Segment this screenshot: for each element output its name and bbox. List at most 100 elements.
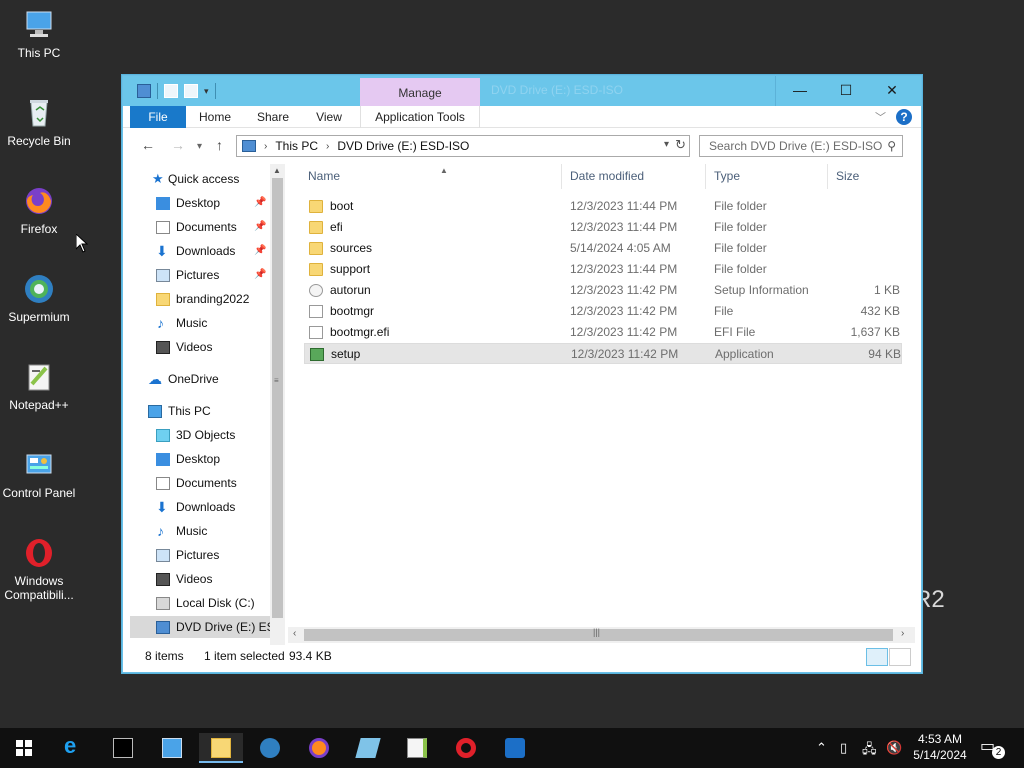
nav-item-downloads[interactable]: ⬇ Downloads 📌 [130,240,270,262]
taskbar-app-2[interactable] [493,733,537,763]
up-arrow-icon[interactable]: ↑ [216,137,223,153]
chevron-down-icon[interactable]: ▾ [204,86,209,97]
breadcrumb-separator-icon[interactable]: › [326,141,329,152]
nav-item-videos[interactable]: Videos [130,336,270,358]
column-header-date-modified[interactable]: Date modified [562,164,706,189]
nav-item-pictures[interactable]: Pictures 📌 [130,264,270,286]
file-row[interactable]: efi 12/3/2023 11:44 PM File folder [304,217,902,238]
help-icon[interactable]: ? [896,109,912,125]
column-header-type[interactable]: Type [706,164,828,189]
breadcrumb-separator-icon[interactable]: › [264,141,267,152]
new-folder-icon[interactable] [184,84,198,98]
file-list[interactable]: ▲ Name Date modified Type Size boot 12/3… [288,164,906,627]
tab-file[interactable]: File [130,106,186,128]
taskbar-notepadpp[interactable] [395,733,439,763]
nav-item-onedrive[interactable]: ☁ OneDrive [130,368,270,390]
details-view-button[interactable] [866,648,888,666]
nav-item-documents[interactable]: Documents 📌 [130,216,270,238]
file-list-horizontal-scrollbar[interactable]: ‹ ||| › [288,627,915,643]
pin-icon[interactable]: 📌 [254,264,266,286]
tab-view[interactable]: View [309,106,349,128]
column-header-size[interactable]: Size [828,164,906,189]
properties-icon[interactable] [164,84,178,98]
system-clock[interactable]: 4:53 AM 5/14/2024 [906,731,974,763]
nav-item-pc-pictures[interactable]: Pictures [130,544,270,566]
recent-locations-chevron-icon[interactable]: ▾ [197,141,202,152]
taskbar-app[interactable] [346,733,390,763]
nav-item-pc-documents[interactable]: Documents [130,472,270,494]
nav-item-local-disk[interactable]: Local Disk (C:) [130,592,270,614]
nav-item-dvd-drive[interactable]: DVD Drive (E:) ESD-ISO [130,616,285,638]
scrollbar-thumb[interactable] [272,178,283,618]
scroll-right-icon[interactable]: › [901,628,904,639]
nav-item-quick-access[interactable]: ★ Quick access [130,168,270,190]
file-row[interactable]: autorun 12/3/2023 11:42 PM Setup Informa… [304,280,902,301]
notepad-plus-plus-icon [22,360,56,394]
tab-application-tools[interactable]: Application Tools [360,106,480,128]
file-row[interactable]: boot 12/3/2023 11:44 PM File folder [304,196,902,217]
desktop-icon-recycle-bin[interactable]: Recycle Bin [0,96,78,148]
back-arrow-icon[interactable]: ← [141,137,155,153]
forward-arrow-icon[interactable]: → [171,137,185,153]
expand-ribbon-chevron-icon[interactable]: ﹀ [875,109,886,125]
search-icon[interactable]: ⚲ [887,136,896,156]
taskbar-server-manager[interactable] [150,733,194,763]
taskbar-firefox[interactable] [297,733,341,763]
manage-contextual-tab[interactable]: Manage [360,78,480,106]
breadcrumb-dvd-drive[interactable]: DVD Drive (E:) ESD-ISO [337,139,469,153]
minimize-button[interactable]: — [777,76,823,106]
title-bar[interactable]: ▾ Manage DVD Drive (E:) ESD-ISO — ☐ ✕ [123,76,921,106]
close-button[interactable]: ✕ [869,76,915,106]
nav-item-branding2022[interactable]: branding2022 [130,288,270,310]
pin-icon[interactable]: 📌 [254,216,266,238]
nav-pane-scrollbar[interactable]: ▲ ≡ [270,164,285,645]
tab-home[interactable]: Home [193,106,237,128]
nav-item-pc-music[interactable]: ♪ Music [130,520,270,542]
network-icon[interactable]: 🖧 [862,740,877,762]
pin-icon[interactable]: 📌 [254,240,266,262]
address-dropdown-icon[interactable]: ▾ [664,139,669,150]
file-size: 1 KB [873,283,900,297]
maximize-button[interactable]: ☐ [823,76,869,106]
taskbar-supermium[interactable] [248,733,292,763]
nav-item-pc-desktop[interactable]: Desktop [130,448,270,470]
nav-item-music[interactable]: ♪ Music [130,312,270,334]
scroll-up-icon[interactable]: ▲ [273,166,281,175]
file-row[interactable]: sources 5/14/2024 4:05 AM File folder [304,238,902,259]
taskbar-internet-explorer[interactable]: e [52,733,96,763]
show-hidden-icons-chevron-icon[interactable]: ⌃ [816,740,827,756]
navigation-pane[interactable]: ★ Quick access Desktop 📌 Documents 📌 ⬇ D… [130,164,285,645]
file-row[interactable]: support 12/3/2023 11:44 PM File folder [304,259,902,280]
nav-item-pc-downloads[interactable]: ⬇ Downloads [130,496,270,518]
file-row-selected[interactable]: setup 12/3/2023 11:42 PM Application 94 … [304,343,902,364]
file-row[interactable]: bootmgr.efi 12/3/2023 11:42 PM EFI File … [304,322,902,343]
nav-item-desktop[interactable]: Desktop 📌 [130,192,270,214]
action-center-button[interactable]: ▭ 2 [980,736,1006,760]
scroll-left-icon[interactable]: ‹ [293,628,296,639]
search-input[interactable]: Search DVD Drive (E:) ESD-ISO ⚲ [699,135,903,157]
nav-item-3d-objects[interactable]: 3D Objects [130,424,270,446]
taskbar-command-prompt[interactable] [101,733,145,763]
start-button[interactable] [2,733,46,763]
tab-share[interactable]: Share [251,106,295,128]
file-row[interactable]: bootmgr 12/3/2023 11:42 PM File 432 KB [304,301,902,322]
desktop-icon-firefox[interactable]: Firefox [0,184,78,236]
breadcrumb-this-pc[interactable]: This PC [275,139,318,153]
address-bar[interactable]: › This PC › DVD Drive (E:) ESD-ISO ▾ ↻ [236,135,690,157]
desktop-icon-control-panel[interactable]: Control Panel [0,448,78,500]
nav-item-pc-videos[interactable]: Videos [130,568,270,590]
file-explorer-window[interactable]: ▾ Manage DVD Drive (E:) ESD-ISO — ☐ ✕ Fi… [122,75,922,673]
desktop-icon-this-pc[interactable]: This PC [0,8,78,60]
taskbar-file-explorer[interactable] [199,733,243,763]
nav-item-this-pc[interactable]: This PC [130,400,270,422]
column-header-name[interactable]: ▲ Name [300,164,562,189]
refresh-icon[interactable]: ↻ [675,137,686,153]
taskbar-opera[interactable] [444,733,488,763]
volume-muted-icon[interactable]: 🔇 [886,740,902,756]
desktop-icon-windows-compatibility[interactable]: Windows Compatibili... [0,536,78,602]
device-icon[interactable]: ▯ [840,740,847,756]
pin-icon[interactable]: 📌 [254,192,266,214]
desktop-icon-supermium[interactable]: Supermium [0,272,78,324]
desktop-icon-notepadpp[interactable]: Notepad++ [0,360,78,412]
large-icons-view-button[interactable] [889,648,911,666]
